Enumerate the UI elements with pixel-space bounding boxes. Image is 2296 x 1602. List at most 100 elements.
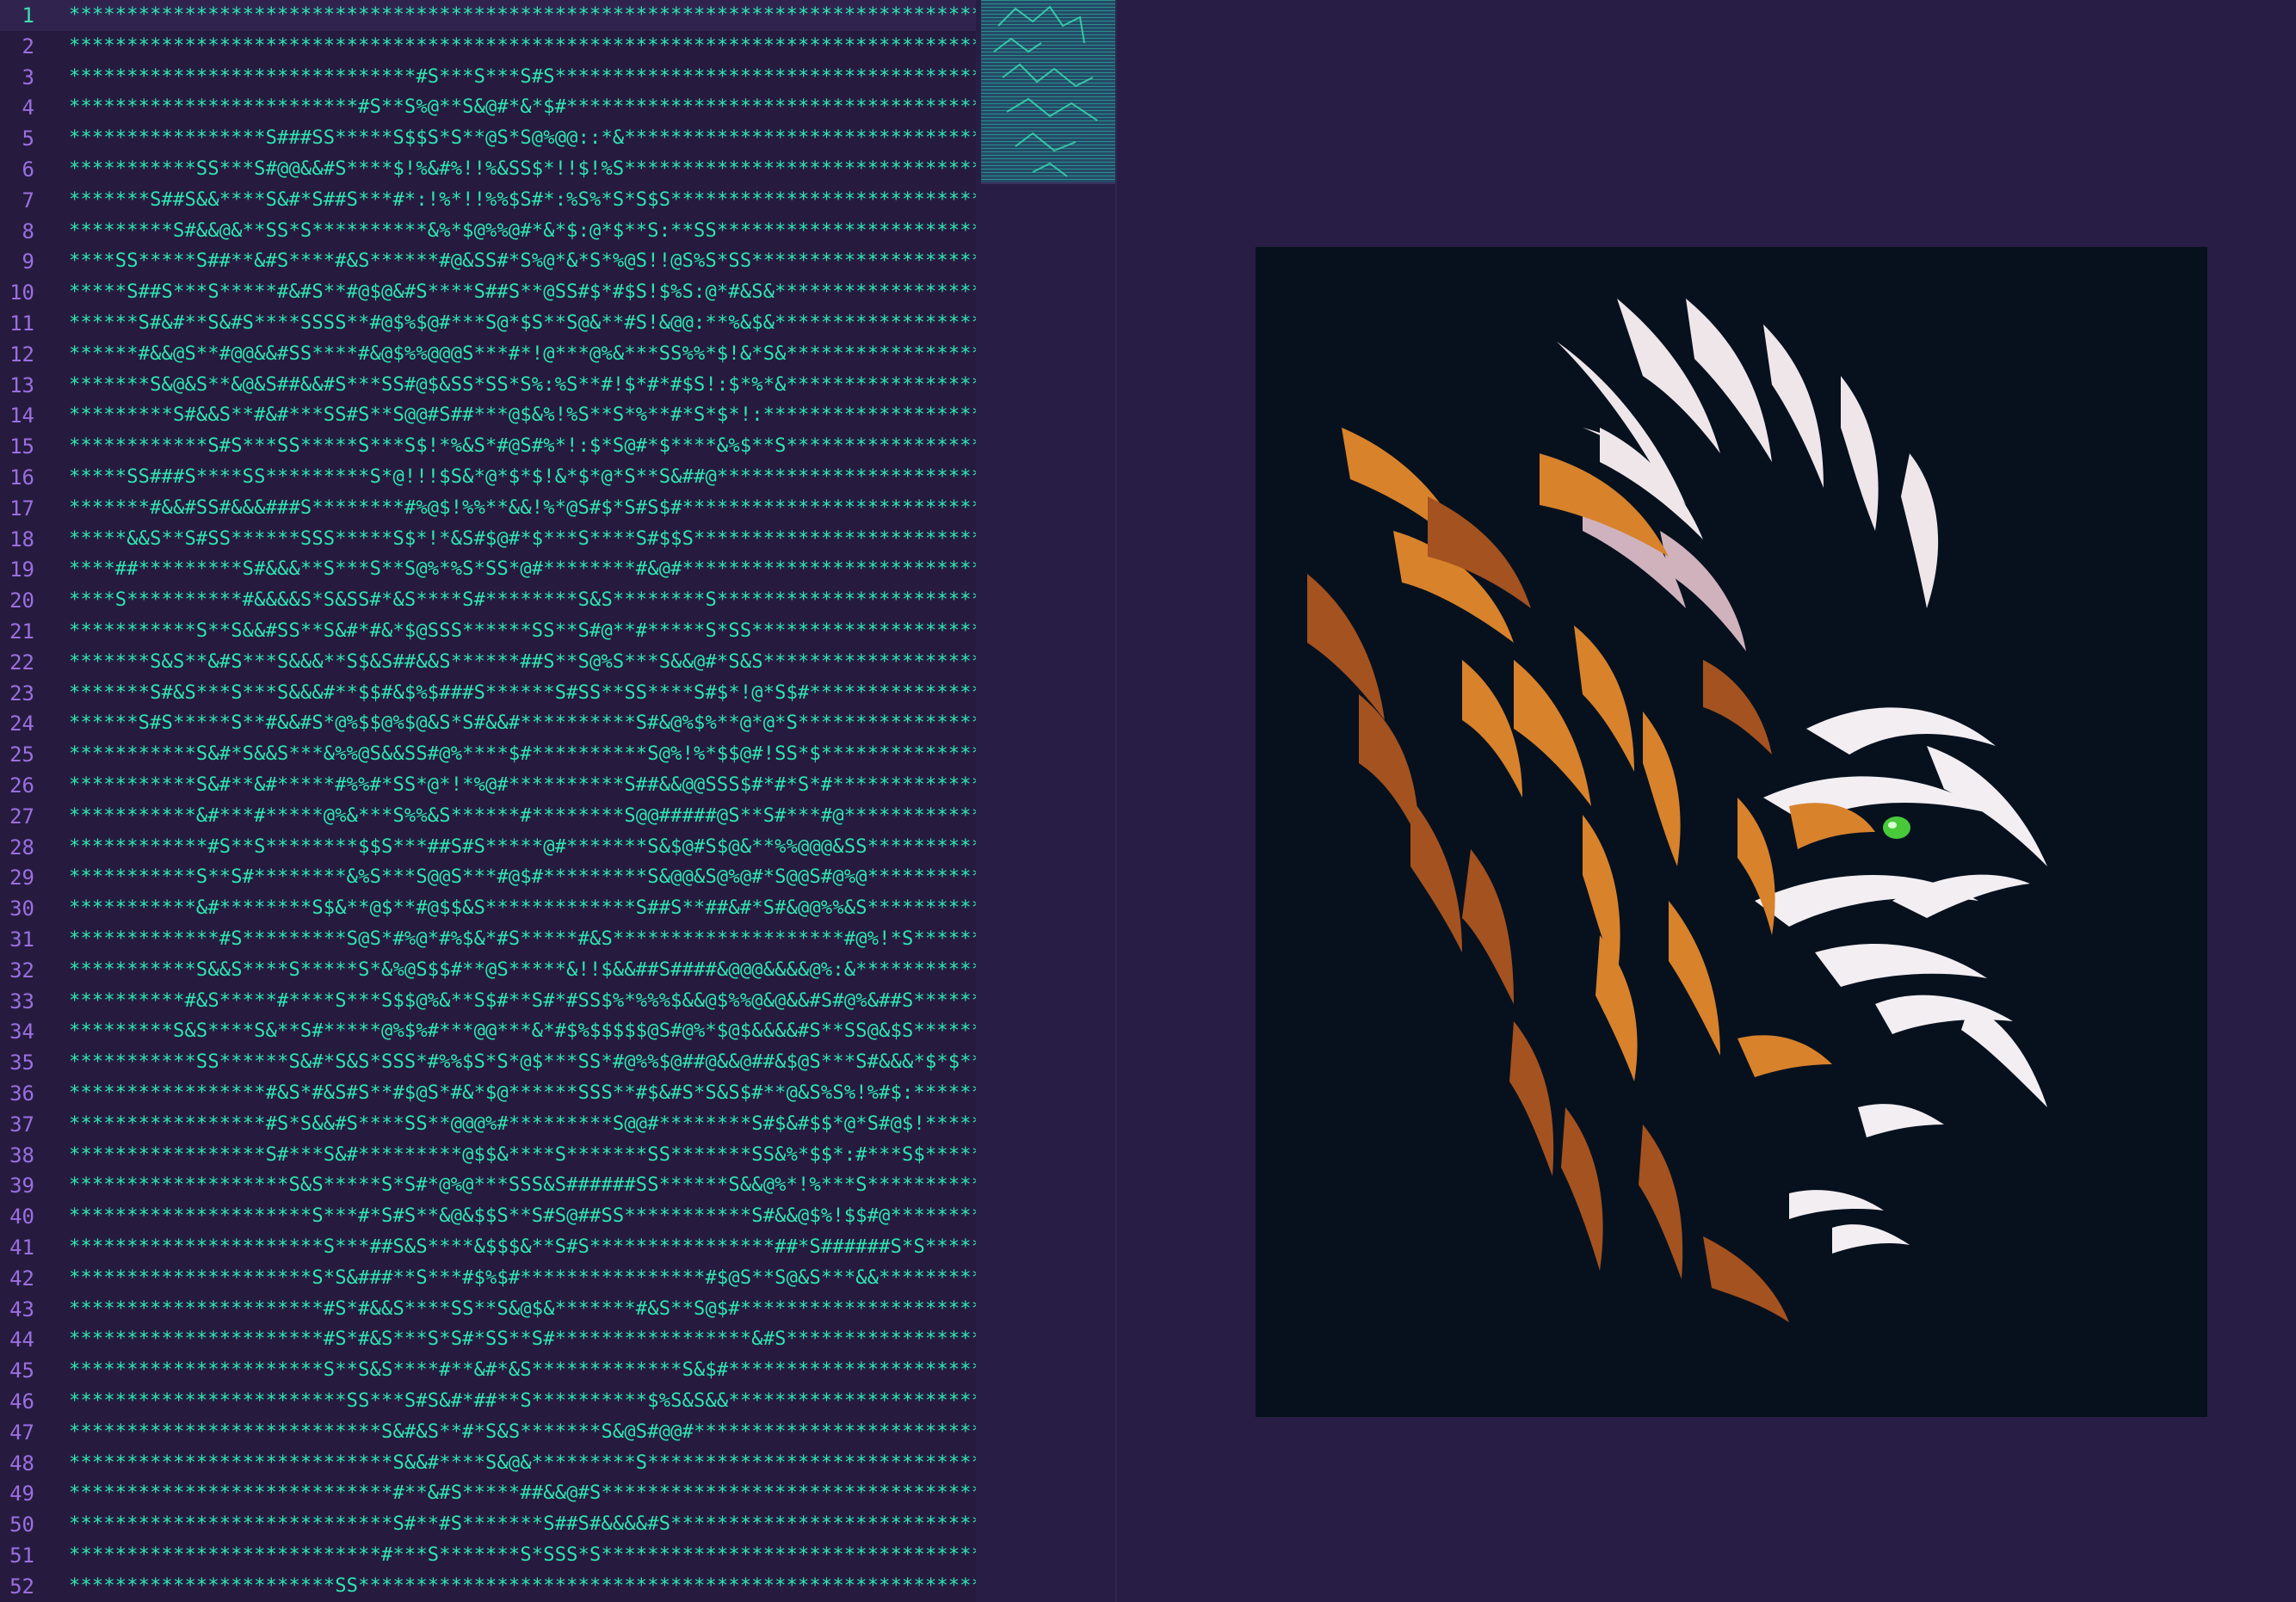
- code-line[interactable]: 51 ***************************#***S******…: [0, 1540, 976, 1571]
- line-text[interactable]: ***********S**S&&#SS**S&#*#&*$@SSS******…: [69, 616, 976, 647]
- line-text[interactable]: ******#&&@S**#@@&&#SS****#&@$%%@@@S***#*…: [69, 339, 976, 370]
- code-line[interactable]: 40 *********************S***#*S#S**&@&$$S…: [0, 1201, 976, 1232]
- code-line[interactable]: 37 *****************#S*S&&#S****SS**@@@%#…: [0, 1109, 976, 1140]
- code-line[interactable]: 21 ***********S**S&&#SS**S&#*#&*$@SSS****…: [0, 616, 976, 647]
- code-line[interactable]: 22 *******S&S**&#S***S&&&**S$&S##&&S*****…: [0, 647, 976, 678]
- code-editor[interactable]: 1 ***************************************…: [0, 0, 976, 1602]
- code-line[interactable]: 18 *****&&S**S#SS******SSS*****S$*!*&S#$@…: [0, 524, 976, 555]
- code-line[interactable]: 15 ************S#S***SS*****S***S$!*%&S*#…: [0, 431, 976, 462]
- line-text[interactable]: ******************************#S***S***S…: [69, 62, 976, 93]
- code-line[interactable]: 26 ***********S&#**&#*****#%%#*SS*@*!*%@#…: [0, 770, 976, 801]
- code-line[interactable]: 48 ****************************S&&#****S&…: [0, 1448, 976, 1479]
- line-text[interactable]: **********#&S*****#****S***S$$@%&**S$#**…: [69, 986, 976, 1017]
- code-line[interactable]: 12 ******#&&@S**#@@&&#SS****#&@$%%@@@S***…: [0, 339, 976, 370]
- code-line[interactable]: 42 *********************S*S&###**S***#$%$…: [0, 1263, 976, 1294]
- code-line[interactable]: 47 ***************************S&#&S**#*S&…: [0, 1417, 976, 1448]
- code-line[interactable]: 14 *********S#&&S**#&#***SS#S**S@@#S##***…: [0, 400, 976, 431]
- code-line[interactable]: 50 ****************************S#**#S****…: [0, 1509, 976, 1540]
- line-text[interactable]: *******************S&S*****S*S#*@%@***SS…: [69, 1170, 976, 1201]
- line-text[interactable]: *********S#&&S**#&#***SS#S**S@@#S##***@$…: [69, 400, 976, 431]
- line-text[interactable]: *********S#&&@&**SS*S**********&%*$@%%@#…: [69, 216, 976, 247]
- code-line[interactable]: 6 ***********SS***S#@@&&#S****$!%&#%!!%&S…: [0, 154, 976, 185]
- line-text[interactable]: **********************#S*#&&S****SS**S&@…: [69, 1294, 976, 1325]
- code-line[interactable]: 25 ***********S&#*S&&S***&%%@S&&SS#@%****…: [0, 739, 976, 770]
- line-text[interactable]: *******S#&S***S***S&&&#**$$#&$%$###S****…: [69, 678, 976, 709]
- line-text[interactable]: *************************#S**S%@**S&@#*&…: [69, 92, 976, 123]
- line-text[interactable]: *****************S#***S&#*********@$$&**…: [69, 1140, 976, 1171]
- line-text[interactable]: *************#S*********S@S*#%@*#%$&*#S*…: [69, 924, 976, 955]
- code-line[interactable]: 52 ***********************SS*************…: [0, 1571, 976, 1602]
- code-line[interactable]: 10 *****S##S***S*****#&#S**#@$@&#S****S##…: [0, 277, 976, 308]
- code-line[interactable]: 20 ****S**********#&&&&S*S&SS#*&S****S#**…: [0, 585, 976, 616]
- code-line[interactable]: 5 *****************S###SS*****S$$S*S**@S*…: [0, 123, 976, 154]
- line-text[interactable]: ****************************S#**#S******…: [69, 1509, 976, 1540]
- line-text[interactable]: **********************S***##S&S****&$$$&…: [69, 1232, 976, 1263]
- line-text[interactable]: ***********************SS***************…: [69, 1571, 976, 1602]
- line-text[interactable]: *******S##S&&****S&#*S##S***#*:!%*!!%%$S…: [69, 185, 976, 216]
- line-text[interactable]: *****************S###SS*****S$$S*S**@S*S…: [69, 123, 976, 154]
- code-line[interactable]: 35 ***********SS******S&#*S&S*SSS*#%%$S*S…: [0, 1047, 976, 1078]
- line-text[interactable]: *********************S*S&###**S***#$%$#*…: [69, 1263, 976, 1294]
- line-text[interactable]: ****S**********#&&&&S*S&SS#*&S****S#****…: [69, 585, 976, 616]
- line-text[interactable]: ****************************************…: [69, 31, 976, 62]
- line-text[interactable]: ************************SS***S#S&#*##**S…: [69, 1386, 976, 1417]
- code-line[interactable]: 43 **********************#S*#&&S****SS**S…: [0, 1294, 976, 1325]
- code-line[interactable]: 19 ****##*********S#&&&**S***S**S@%*%S*SS…: [0, 554, 976, 585]
- line-text[interactable]: *****S##S***S*****#&#S**#@$@&#S****S##S*…: [69, 277, 976, 308]
- code-line[interactable]: 23 *******S#&S***S***S&&&#**$$#&$%$###S**…: [0, 678, 976, 709]
- line-text[interactable]: *****************#&S*#&S#S**#$@S*#&*$@**…: [69, 1078, 976, 1109]
- code-line[interactable]: 33 **********#&S*****#****S***S$$@%&**S$#…: [0, 986, 976, 1017]
- code-line[interactable]: 44 **********************#S*#&S***S*S#*SS…: [0, 1324, 976, 1355]
- code-line[interactable]: 27 ***********&#***#*****@%&***S%%&S*****…: [0, 801, 976, 832]
- code-line[interactable]: 38 *****************S#***S&#*********@$$&…: [0, 1140, 976, 1171]
- code-line[interactable]: 8 *********S#&&@&**SS*S**********&%*$@%%@…: [0, 216, 976, 247]
- code-line[interactable]: 7 *******S##S&&****S&#*S##S***#*:!%*!!%%$…: [0, 185, 976, 216]
- line-text[interactable]: ****SS*****S##**&#S****#&S******#@&SS#*S…: [69, 246, 976, 277]
- minimap[interactable]: [981, 0, 1115, 184]
- line-text[interactable]: *******S&@&S**&@&S##&&#S***SS#@$&SS*SS*S…: [69, 370, 976, 401]
- line-text[interactable]: ************S#S***SS*****S***S$!*%&S*#@S…: [69, 431, 976, 462]
- code-line[interactable]: 2 ***************************************…: [0, 31, 976, 62]
- code-line[interactable]: 16 *****SS###S****SS*********S*@!!!$S&*@*…: [0, 462, 976, 493]
- code-line[interactable]: 30 ***********&#********S$&**@$**#@$$&S**…: [0, 893, 976, 924]
- line-text[interactable]: ****************************#**&#S*****#…: [69, 1478, 976, 1509]
- line-text[interactable]: ***********&#********S$&**@$**#@$$&S****…: [69, 893, 976, 924]
- line-text[interactable]: ***********SS******S&#*S&S*SSS*#%%$S*S*@…: [69, 1047, 976, 1078]
- code-line[interactable]: 32 ***********S&&S****S*****S*&%@S$$#**@S…: [0, 955, 976, 986]
- line-text[interactable]: *****SS###S****SS*********S*@!!!$S&*@*$*…: [69, 462, 976, 493]
- line-text[interactable]: *****&&S**S#SS******SSS*****S$*!*&S#$@#*…: [69, 524, 976, 555]
- line-text[interactable]: ***********&#***#*****@%&***S%%&S******#…: [69, 801, 976, 832]
- code-line[interactable]: 34 *********S&S****S&**S#*****@%$%#***@@*…: [0, 1016, 976, 1047]
- code-line[interactable]: 29 ***********S**S#********&%S***S@@S***#…: [0, 862, 976, 893]
- line-text[interactable]: ******S#&#**S&#S****SSSS**#@$%$@#***S@*$…: [69, 308, 976, 339]
- code-line[interactable]: 24 ******S#S*****S**#&&#S*@%$$@%$@&S*S#&&…: [0, 708, 976, 739]
- code-line[interactable]: 1 ***************************************…: [0, 0, 976, 31]
- code-line[interactable]: 17 *******#&&#SS#&&&###S********#%@$!%%**…: [0, 493, 976, 524]
- line-text[interactable]: ****##*********S#&&&**S***S**S@%*%S*SS*@…: [69, 554, 976, 585]
- line-text[interactable]: ************#S**S********$$S***##S#S****…: [69, 832, 976, 863]
- code-line[interactable]: 9 ****SS*****S##**&#S****#&S******#@&SS#*…: [0, 246, 976, 277]
- line-text[interactable]: ***************************S&#&S**#*S&S*…: [69, 1417, 976, 1448]
- line-text[interactable]: **********************#S*#&S***S*S#*SS**…: [69, 1324, 976, 1355]
- code-line[interactable]: 39 *******************S&S*****S*S#*@%@***…: [0, 1170, 976, 1201]
- line-text[interactable]: ******S#S*****S**#&&#S*@%$$@%$@&S*S#&&#*…: [69, 708, 976, 739]
- line-text[interactable]: ***********S&#*S&&S***&%%@S&&SS#@%****$#…: [69, 739, 976, 770]
- line-text[interactable]: ****************************S&&#****S&@&…: [69, 1448, 976, 1479]
- line-text[interactable]: ****************************************…: [69, 0, 976, 31]
- line-text[interactable]: *********S&S****S&**S#*****@%$%#***@@***…: [69, 1016, 976, 1047]
- code-line[interactable]: 36 *****************#&S*#&S#S**#$@S*#&*$@…: [0, 1078, 976, 1109]
- code-line[interactable]: 31 *************#S*********S@S*#%@*#%$&*#…: [0, 924, 976, 955]
- line-text[interactable]: *******S&S**&#S***S&&&**S$&S##&&S******#…: [69, 647, 976, 678]
- line-text[interactable]: ***********S&&S****S*****S*&%@S$$#**@S**…: [69, 955, 976, 986]
- line-text[interactable]: *******#&&#SS#&&&###S********#%@$!%%**&&…: [69, 493, 976, 524]
- code-line[interactable]: 45 **********************S**S&S****#**&#*…: [0, 1355, 976, 1386]
- code-line[interactable]: 46 ************************SS***S#S&#*##*…: [0, 1386, 976, 1417]
- code-line[interactable]: 13 *******S&@&S**&@&S##&&#S***SS#@$&SS*SS…: [0, 370, 976, 401]
- line-text[interactable]: ***********S&#**&#*****#%%#*SS*@*!*%@#**…: [69, 770, 976, 801]
- code-line[interactable]: 11 ******S#&#**S&#S****SSSS**#@$%$@#***S@…: [0, 308, 976, 339]
- line-text[interactable]: ***************************#***S*******S…: [69, 1540, 976, 1571]
- line-text[interactable]: *****************#S*S&&#S****SS**@@@%#**…: [69, 1109, 976, 1140]
- code-line[interactable]: 3 ******************************#S***S***…: [0, 62, 976, 93]
- line-text[interactable]: *********************S***#*S#S**&@&$$S**…: [69, 1201, 976, 1232]
- code-line[interactable]: 41 **********************S***##S&S****&$$…: [0, 1232, 976, 1263]
